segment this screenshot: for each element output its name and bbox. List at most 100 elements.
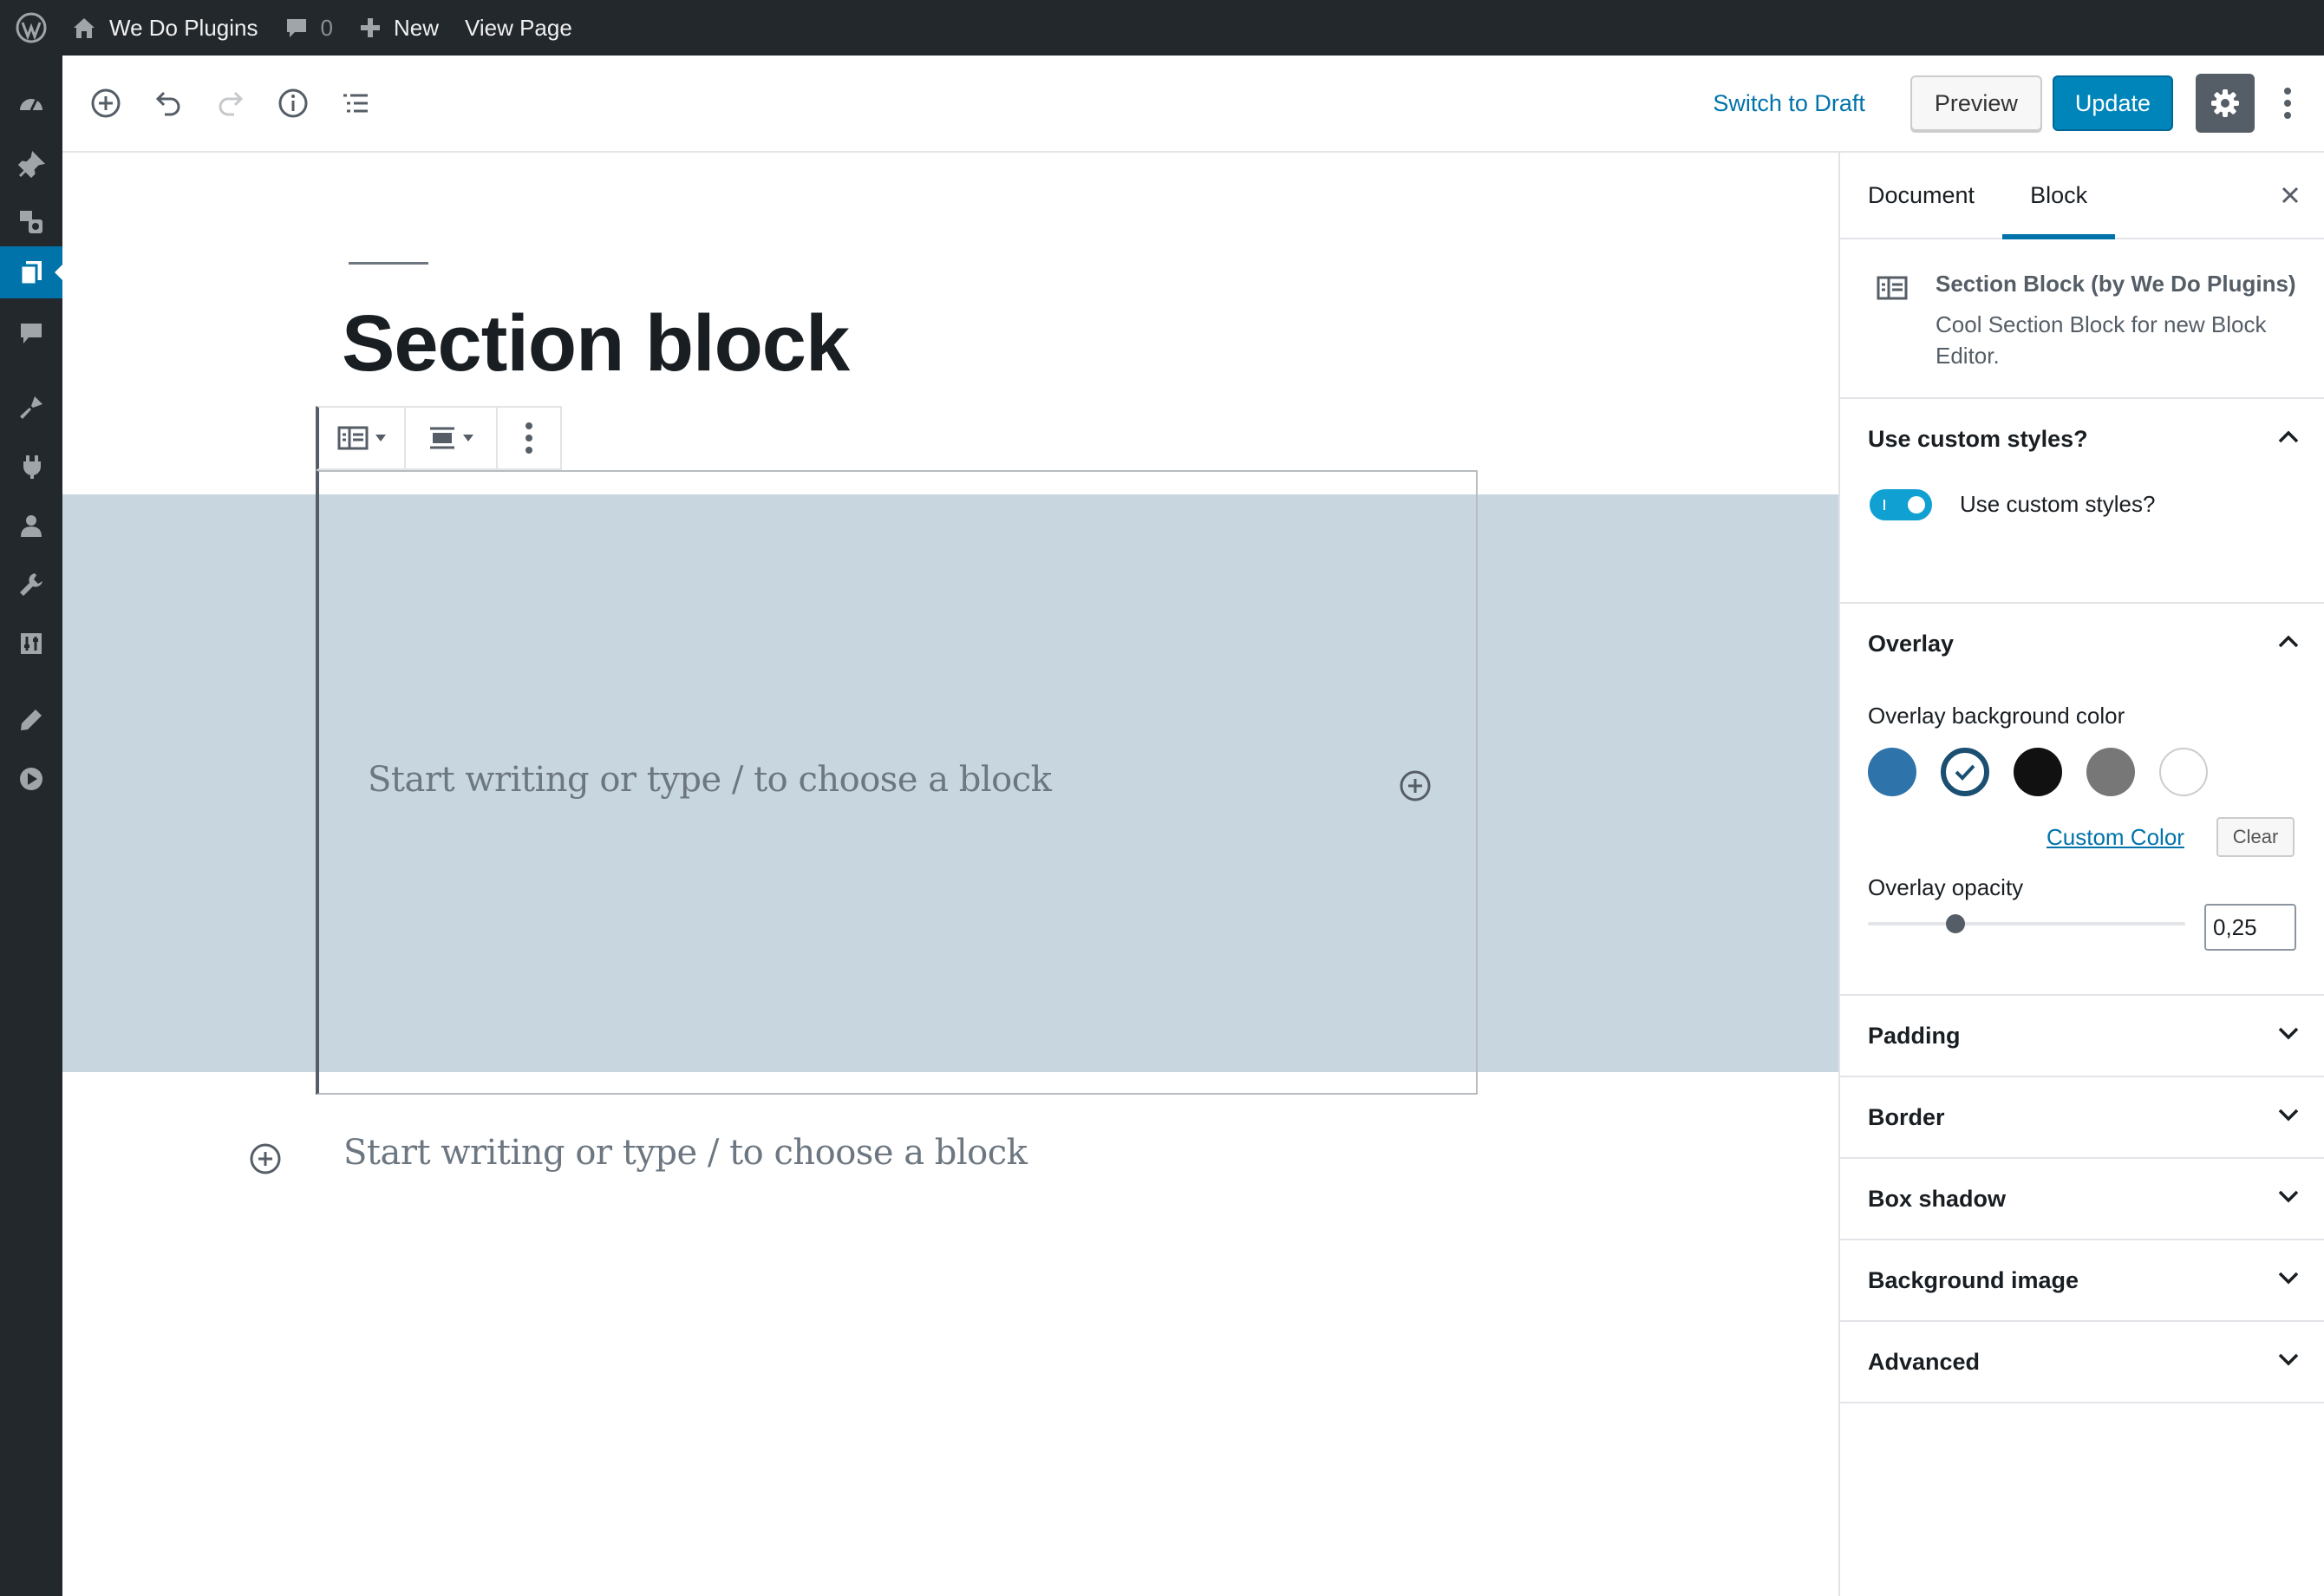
color-swatch-gray[interactable] <box>2086 748 2135 796</box>
border-panel-toggle[interactable]: Border <box>1840 1077 2324 1157</box>
title-separator <box>349 262 428 265</box>
color-swatch-white-selected[interactable] <box>1941 748 1989 796</box>
inner-add-block-button[interactable] <box>1398 769 1433 808</box>
block-toolbar <box>316 406 562 470</box>
wordpress-logo-icon[interactable] <box>0 0 62 56</box>
tab-block[interactable]: Block <box>2002 153 2116 239</box>
redo-button[interactable] <box>205 77 257 129</box>
background-image-panel: Background image <box>1840 1240 2324 1322</box>
comments-menu-icon[interactable] <box>0 307 62 359</box>
default-block-placeholder[interactable]: Start writing or type / to choose a bloc… <box>343 1133 1028 1173</box>
info-icon <box>278 88 308 118</box>
home-icon <box>71 15 97 41</box>
block-switcher-button[interactable] <box>319 408 406 468</box>
clear-color-button[interactable]: Clear <box>2216 817 2295 857</box>
settings-sliders-icon[interactable] <box>0 618 62 670</box>
post-title[interactable]: Section block <box>342 298 850 389</box>
preview-button[interactable]: Preview <box>1909 75 2042 131</box>
comments-link[interactable]: 0 <box>284 0 333 56</box>
advanced-panel-toggle[interactable]: Advanced <box>1840 1322 2324 1402</box>
view-page-label: View Page <box>464 14 572 41</box>
border-panel: Border <box>1840 1077 2324 1159</box>
section-block-icon <box>337 426 369 450</box>
new-content-link[interactable]: New <box>359 0 439 56</box>
switch-to-draft-button[interactable]: Switch to Draft <box>1713 90 1865 117</box>
padding-panel-toggle[interactable]: Padding <box>1840 996 2324 1076</box>
admin-menu <box>0 56 63 1596</box>
vertical-ellipsis-icon <box>526 422 532 454</box>
block-card-title: Section Block (by We Do Plugins) <box>1936 271 2296 297</box>
close-icon <box>2282 186 2299 204</box>
undo-icon <box>155 91 180 116</box>
update-button[interactable]: Update <box>2052 75 2173 131</box>
custom-styles-toggle[interactable] <box>1870 489 1932 520</box>
more-menu-button[interactable] <box>2270 77 2305 129</box>
color-swatch-blue[interactable] <box>1868 748 1916 796</box>
site-name-label: We Do Plugins <box>109 14 258 41</box>
plus-icon <box>359 16 382 39</box>
panel-title: Use custom styles? <box>1868 425 2088 452</box>
media-icon[interactable] <box>0 196 62 248</box>
chevron-up-icon <box>2278 635 2299 648</box>
custom-styles-toggle-label: Use custom styles? <box>1960 491 2156 517</box>
panel-title: Border <box>1868 1103 1945 1130</box>
opacity-slider-track[interactable] <box>1868 922 2185 926</box>
padding-panel: Padding <box>1840 996 2324 1077</box>
users-icon[interactable] <box>0 500 62 552</box>
dashboard-icon[interactable] <box>0 78 62 130</box>
site-name-link[interactable]: We Do Plugins <box>71 0 258 56</box>
block-navigation-button[interactable] <box>330 77 382 129</box>
block-more-options-button[interactable] <box>498 408 560 468</box>
view-page-link[interactable]: View Page <box>465 0 572 56</box>
block-card: Section Block (by We Do Plugins) Cool Se… <box>1840 239 2324 399</box>
add-block-inline-button[interactable] <box>248 1141 283 1181</box>
opacity-input[interactable]: 0,25 <box>2204 904 2296 951</box>
advanced-panel: Advanced <box>1840 1322 2324 1403</box>
box-shadow-panel: Box shadow <box>1840 1159 2324 1240</box>
list-outline-icon <box>343 94 368 113</box>
tools-wrench-icon[interactable] <box>0 559 62 611</box>
overlay-panel-toggle[interactable]: Overlay <box>1840 604 2324 684</box>
overlay-color-label: Overlay background color <box>1868 703 2125 729</box>
overlay-opacity-label: Overlay opacity <box>1868 874 2024 900</box>
panel-title: Box shadow <box>1868 1185 2007 1212</box>
pencil-plugin-icon[interactable] <box>0 694 62 746</box>
pin-posts-icon[interactable] <box>0 139 62 191</box>
redo-icon <box>219 91 244 116</box>
plus-circle-icon <box>250 1143 281 1174</box>
new-label: New <box>393 14 439 41</box>
vertical-ellipsis-icon <box>2284 88 2291 119</box>
alignment-dropdown-button[interactable] <box>406 408 498 468</box>
color-swatch-black[interactable] <box>2014 748 2062 796</box>
background-image-panel-toggle[interactable]: Background image <box>1840 1240 2324 1320</box>
overlay-panel: Overlay Overlay background color Custom … <box>1840 604 2324 996</box>
chevron-down-icon <box>375 435 386 442</box>
chevron-down-icon <box>2278 1027 2299 1040</box>
color-swatch-white[interactable] <box>2159 748 2208 796</box>
block-card-description: Cool Section Block for new Block Editor. <box>1936 311 2267 369</box>
checkmark-icon <box>1955 764 1975 781</box>
box-shadow-panel-toggle[interactable]: Box shadow <box>1840 1159 2324 1239</box>
opacity-slider-handle[interactable] <box>1946 914 1965 933</box>
settings-sidebar: Document Block Section Block (by We Do P… <box>1838 153 2324 1596</box>
add-block-icon <box>91 88 121 118</box>
sidebar-tabs: Document Block <box>1840 153 2324 239</box>
panel-title: Padding <box>1868 1022 1961 1049</box>
tab-document[interactable]: Document <box>1840 153 2002 238</box>
play-media-icon[interactable] <box>0 753 62 805</box>
add-block-button[interactable] <box>80 77 132 129</box>
close-sidebar-button[interactable] <box>2279 184 2301 211</box>
content-info-button[interactable] <box>267 77 319 129</box>
gear-icon <box>2211 89 2239 117</box>
appearance-brush-icon[interactable] <box>0 382 62 434</box>
settings-toggle-button[interactable] <box>2196 74 2255 133</box>
pages-icon[interactable] <box>0 246 63 298</box>
inner-block-placeholder[interactable]: Start writing or type / to choose a bloc… <box>368 760 1052 800</box>
section-block-icon <box>1877 274 1908 306</box>
undo-button[interactable] <box>142 77 194 129</box>
plugins-icon[interactable] <box>0 441 62 493</box>
chevron-down-icon <box>2278 1272 2299 1285</box>
align-center-icon <box>430 427 454 449</box>
custom-color-button[interactable]: Custom Color <box>2047 824 2184 851</box>
custom-styles-panel-toggle[interactable]: Use custom styles? <box>1840 399 2324 479</box>
